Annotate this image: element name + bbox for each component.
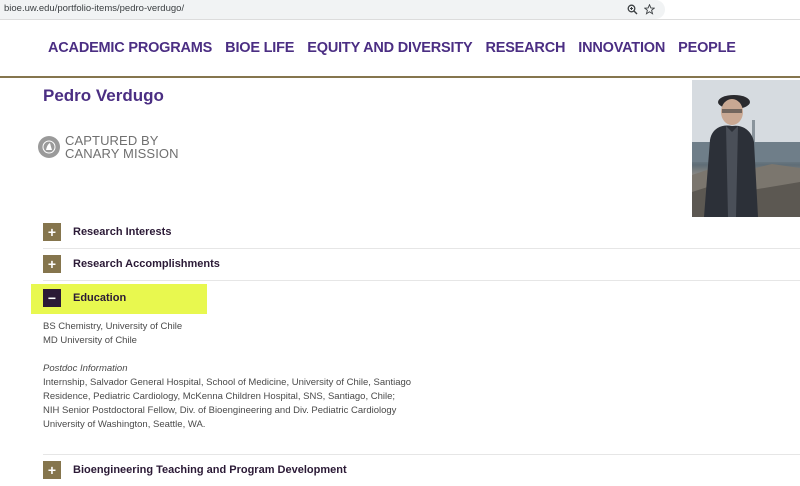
canary-bird-icon xyxy=(38,136,60,158)
postdoc-heading: Postdoc Information xyxy=(43,363,128,374)
nav-research[interactable]: RESEARCH xyxy=(485,40,565,56)
profile-photo xyxy=(692,80,800,217)
education-content: BS Chemistry, University of Chile MD Uni… xyxy=(43,320,411,432)
accordion-divider xyxy=(43,280,800,281)
expand-icon[interactable]: + xyxy=(43,223,61,241)
zoom-icon[interactable] xyxy=(624,1,640,17)
collapse-icon[interactable]: − xyxy=(43,289,61,307)
page-title: Pedro Verdugo xyxy=(43,86,164,105)
badge-line-2: CANARY MISSION xyxy=(65,146,179,161)
accordion-label[interactable]: Bioengineering Teaching and Program Deve… xyxy=(73,464,347,476)
postdoc-line: NIH Senior Postdoctoral Fellow, Div. of … xyxy=(43,405,397,416)
browser-toolbar-area xyxy=(665,0,800,19)
accordion-research-accomplishments[interactable]: + Research Accomplishments xyxy=(31,248,800,280)
postdoc-line: University of Washington, Seattle, WA. xyxy=(43,419,206,430)
badge-text-block: CAPTURED BY CANARY MISSION xyxy=(65,134,179,160)
expand-icon[interactable]: + xyxy=(43,461,61,479)
browser-divider xyxy=(0,19,800,20)
accordion-label[interactable]: Research Interests xyxy=(73,226,171,238)
accordion-education[interactable]: − Education xyxy=(31,282,800,314)
address-bar[interactable]: bioe.uw.edu/portfolio-items/pedro-verdug… xyxy=(0,0,665,19)
accordion-label[interactable]: Education xyxy=(73,292,126,304)
nav-divider xyxy=(0,76,800,78)
nav-bioe-life[interactable]: BIOE LIFE xyxy=(225,40,294,56)
postdoc-line: Internship, Salvador General Hospital, S… xyxy=(43,377,412,388)
captured-badge: CAPTURED BY CANARY MISSION xyxy=(38,134,179,160)
address-url[interactable]: bioe.uw.edu/portfolio-items/pedro-verdug… xyxy=(4,3,184,14)
nav-people[interactable]: PEOPLE xyxy=(678,40,736,56)
star-icon[interactable] xyxy=(641,1,657,17)
degree-line: MD University of Chile xyxy=(43,335,137,346)
main-nav: ACADEMIC PROGRAMS BIOE LIFE EQUITY AND D… xyxy=(48,40,749,56)
accordion-research-interests[interactable]: + Research Interests xyxy=(31,216,800,248)
postdoc-line: Residence, Pediatric Cardiology, McKenna… xyxy=(43,391,396,402)
nav-academic-programs[interactable]: ACADEMIC PROGRAMS xyxy=(48,40,212,56)
nav-equity-diversity[interactable]: EQUITY AND DIVERSITY xyxy=(307,40,472,56)
accordion-label[interactable]: Research Accomplishments xyxy=(73,258,220,270)
nav-innovation[interactable]: INNOVATION xyxy=(578,40,665,56)
accordion-teaching-program-development[interactable]: + Bioengineering Teaching and Program De… xyxy=(31,454,800,486)
degree-line: BS Chemistry, University of Chile xyxy=(43,321,183,332)
expand-icon[interactable]: + xyxy=(43,255,61,273)
